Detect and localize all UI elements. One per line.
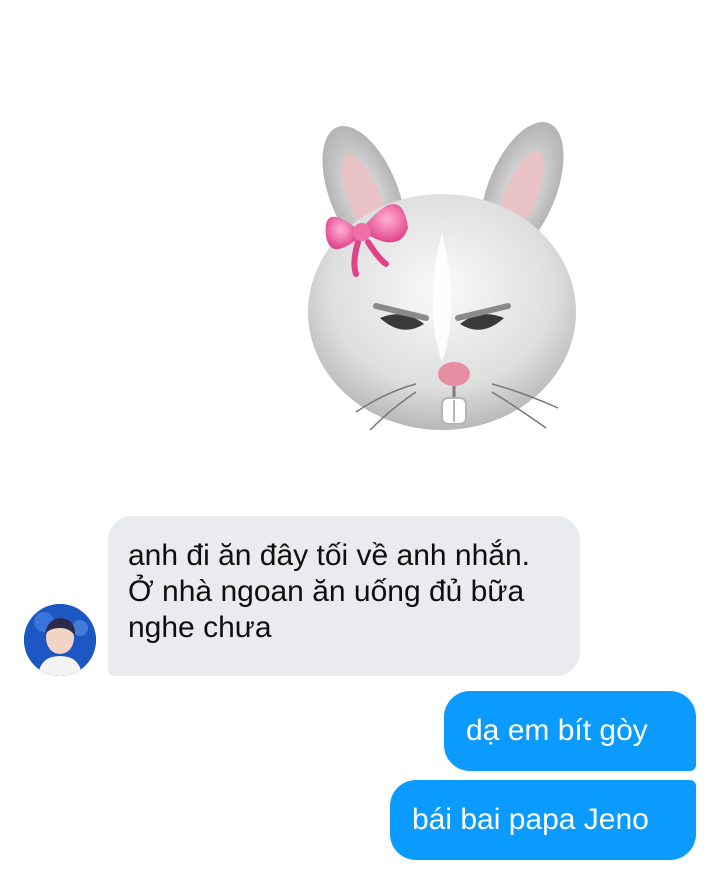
contact-avatar[interactable] [24,604,96,676]
message-text: anh đi ăn đây tối về anh nhắn. Ở nhà ngo… [128,539,530,644]
angry-bunny-memoji-icon[interactable] [296,112,586,442]
outgoing-message-bubble[interactable]: dạ em bít gòy [444,691,696,771]
outgoing-message-bubble[interactable]: bái bai papa Jeno [390,780,696,860]
message-text: dạ em bít gòy [466,714,648,747]
incoming-message-bubble[interactable]: anh đi ăn đây tối về anh nhắn. Ở nhà ngo… [108,516,580,676]
message-text: bái bai papa Jeno [412,803,649,836]
